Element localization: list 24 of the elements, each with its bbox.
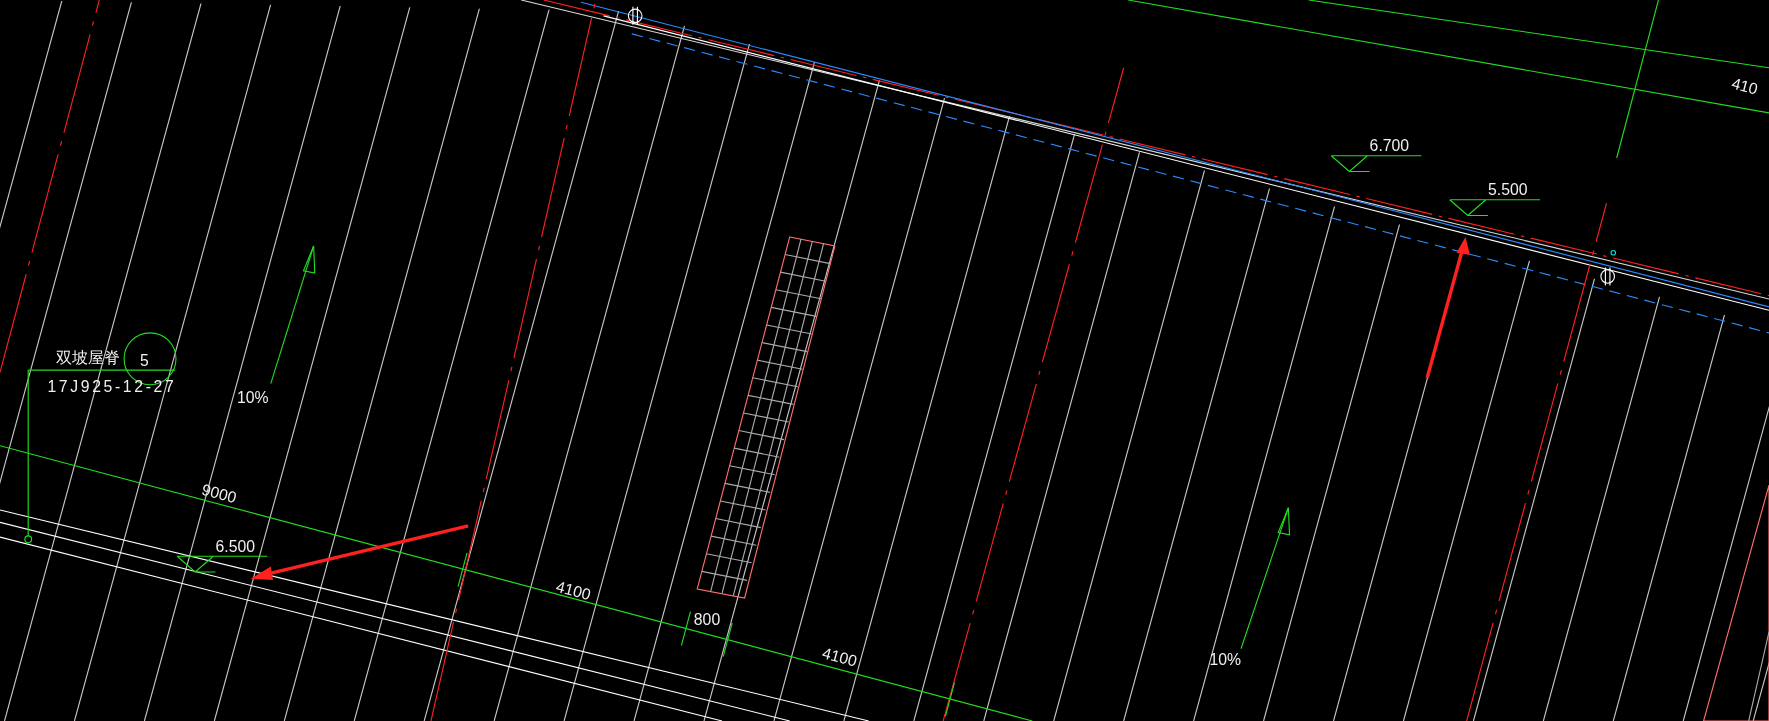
callout-label: 双坡屋脊	[56, 349, 121, 367]
column-marker-icon	[1600, 249, 1617, 287]
dimension-label: 9000	[200, 480, 239, 507]
elevation-label: 6.500	[215, 537, 255, 555]
pointer-arrow-icon	[1425, 236, 1471, 379]
dimension-label: 4100	[820, 644, 859, 670]
dimension-label: 410	[1729, 74, 1760, 98]
elevation-symbol-icon	[1330, 155, 1423, 173]
slope-label: 10%	[236, 388, 269, 406]
dimension-label: 4100	[554, 577, 593, 604]
slope-label: 10%	[1209, 650, 1241, 668]
dimension-tick	[457, 552, 468, 588]
elevation-label: 5.500	[1488, 181, 1528, 199]
dimension-label: 800	[693, 611, 721, 629]
slope-arrow-icon	[1240, 507, 1291, 650]
dimension-tick	[944, 682, 955, 717]
dimension-tick	[680, 610, 691, 646]
dimension-tick	[722, 622, 733, 658]
callout-reference: 17J925-12-27	[47, 377, 174, 395]
elevation-symbol-icon	[176, 555, 268, 573]
elevation-symbol-icon	[1449, 199, 1541, 217]
callout-number: 5	[139, 351, 149, 369]
elevation-label: 6.700	[1369, 137, 1410, 155]
slope-arrow-icon	[270, 245, 316, 385]
